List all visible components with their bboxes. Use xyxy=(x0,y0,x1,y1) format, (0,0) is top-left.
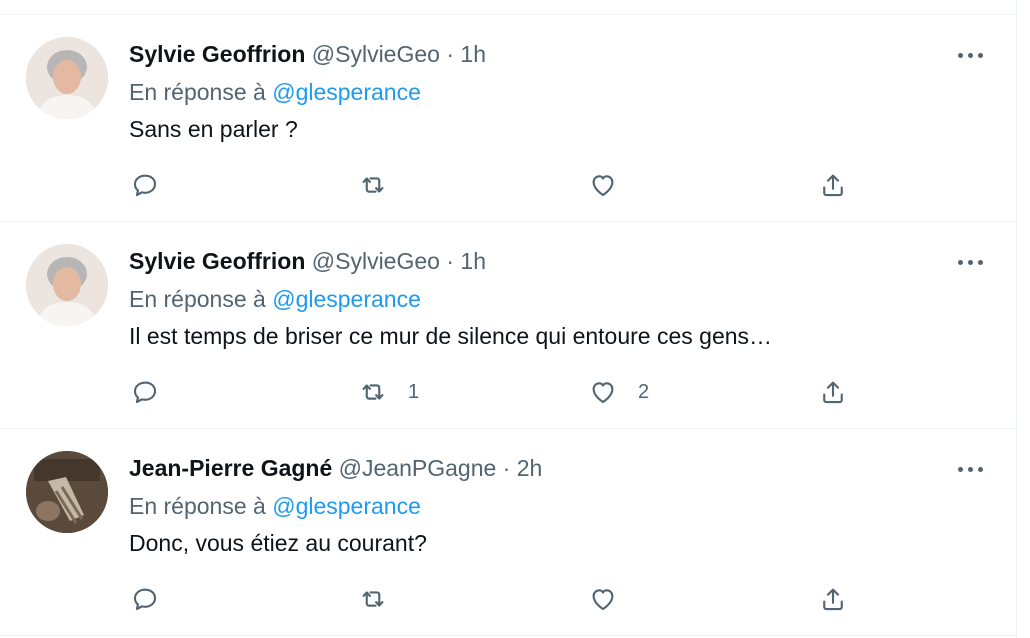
tweet[interactable]: Sylvie Geoffrion @SylvieGeo · 1h En répo… xyxy=(0,222,1016,429)
reply-context: En réponse à @glesperance xyxy=(129,284,421,314)
share-button[interactable] xyxy=(818,374,848,410)
retweet-icon xyxy=(362,591,384,607)
tweet-header: Sylvie Geoffrion @SylvieGeo · 1h xyxy=(129,247,486,275)
reply-button[interactable] xyxy=(130,581,160,617)
share-button[interactable] xyxy=(818,167,848,203)
tweet-header: Jean-Pierre Gagné @JeanPGagne · 2h xyxy=(129,454,542,482)
more-horizontal-icon xyxy=(978,259,983,265)
reply-mention-link[interactable]: @glesperance xyxy=(272,79,421,105)
retweet-count: 1 xyxy=(408,380,420,403)
tweet-text: Sans en parler ? xyxy=(129,116,298,142)
author-handle[interactable]: @JeanPGagne xyxy=(339,455,497,481)
more-options-button[interactable] xyxy=(958,459,983,479)
avatar-photo xyxy=(26,451,108,533)
like-button[interactable] xyxy=(588,581,638,617)
heart-icon xyxy=(592,175,614,197)
more-horizontal-icon xyxy=(968,52,973,58)
author-name[interactable]: Sylvie Geoffrion xyxy=(129,41,305,67)
avatar-photo xyxy=(26,244,108,326)
reply-prefix: En réponse à xyxy=(129,493,266,519)
reply-prefix: En réponse à xyxy=(129,79,266,105)
more-options-button[interactable] xyxy=(958,252,983,272)
avatar-photo xyxy=(26,37,108,119)
tweet-text: Donc, vous étiez au courant? xyxy=(129,530,427,556)
timeline: Sylvie Geoffrion @SylvieGeo · 1h En répo… xyxy=(0,0,1017,638)
share-upload-icon xyxy=(823,381,843,404)
avatar[interactable] xyxy=(26,37,108,119)
retweet-button[interactable] xyxy=(358,581,408,617)
separator: · xyxy=(446,41,455,67)
timestamp[interactable]: 1h xyxy=(460,41,486,67)
like-button[interactable]: 2 xyxy=(588,374,649,410)
timestamp[interactable]: 2h xyxy=(517,455,543,481)
reply-context: En réponse à @glesperance xyxy=(129,491,421,521)
reply-button[interactable] xyxy=(130,167,160,203)
timestamp[interactable]: 1h xyxy=(460,248,486,274)
more-horizontal-icon xyxy=(978,466,983,472)
retweet-button[interactable] xyxy=(358,167,408,203)
tweet-header: Sylvie Geoffrion @SylvieGeo · 1h xyxy=(129,40,486,68)
more-horizontal-icon xyxy=(968,466,973,472)
more-horizontal-icon xyxy=(958,52,963,58)
reply-button[interactable] xyxy=(130,374,160,410)
retweet-button[interactable]: 1 xyxy=(358,374,419,410)
tweet[interactable]: Jean-Pierre Gagné @JeanPGagne · 2h En ré… xyxy=(0,429,1016,636)
more-horizontal-icon xyxy=(958,259,963,265)
like-count: 2 xyxy=(638,380,650,403)
retweet-icon xyxy=(362,177,384,193)
share-upload-icon xyxy=(823,174,843,197)
avatar[interactable] xyxy=(26,451,108,533)
heart-icon xyxy=(592,382,614,404)
more-options-button[interactable] xyxy=(958,45,983,65)
author-handle[interactable]: @SylvieGeo xyxy=(312,248,440,274)
author-name[interactable]: Jean-Pierre Gagné xyxy=(129,455,332,481)
tweet-text: Il est temps de briser ce mur de silence… xyxy=(129,323,773,349)
share-upload-icon xyxy=(823,588,843,611)
reply-bubble-icon xyxy=(133,381,157,404)
reply-mention-link[interactable]: @glesperance xyxy=(272,286,421,312)
reply-bubble-icon xyxy=(133,174,157,197)
reply-bubble-icon xyxy=(133,588,157,611)
reply-mention-link[interactable]: @glesperance xyxy=(272,493,421,519)
more-horizontal-icon xyxy=(968,259,973,265)
like-button[interactable] xyxy=(588,167,638,203)
separator: · xyxy=(446,248,455,274)
tweet[interactable]: Sylvie Geoffrion @SylvieGeo · 1h En répo… xyxy=(0,15,1016,222)
retweet-icon xyxy=(362,384,384,400)
share-button[interactable] xyxy=(818,581,848,617)
avatar[interactable] xyxy=(26,244,108,326)
more-horizontal-icon xyxy=(958,466,963,472)
heart-icon xyxy=(592,589,614,611)
author-handle[interactable]: @SylvieGeo xyxy=(312,41,440,67)
author-name[interactable]: Sylvie Geoffrion xyxy=(129,248,305,274)
more-horizontal-icon xyxy=(978,52,983,58)
reply-context: En réponse à @glesperance xyxy=(129,77,421,107)
separator: · xyxy=(502,455,511,481)
reply-prefix: En réponse à xyxy=(129,286,266,312)
